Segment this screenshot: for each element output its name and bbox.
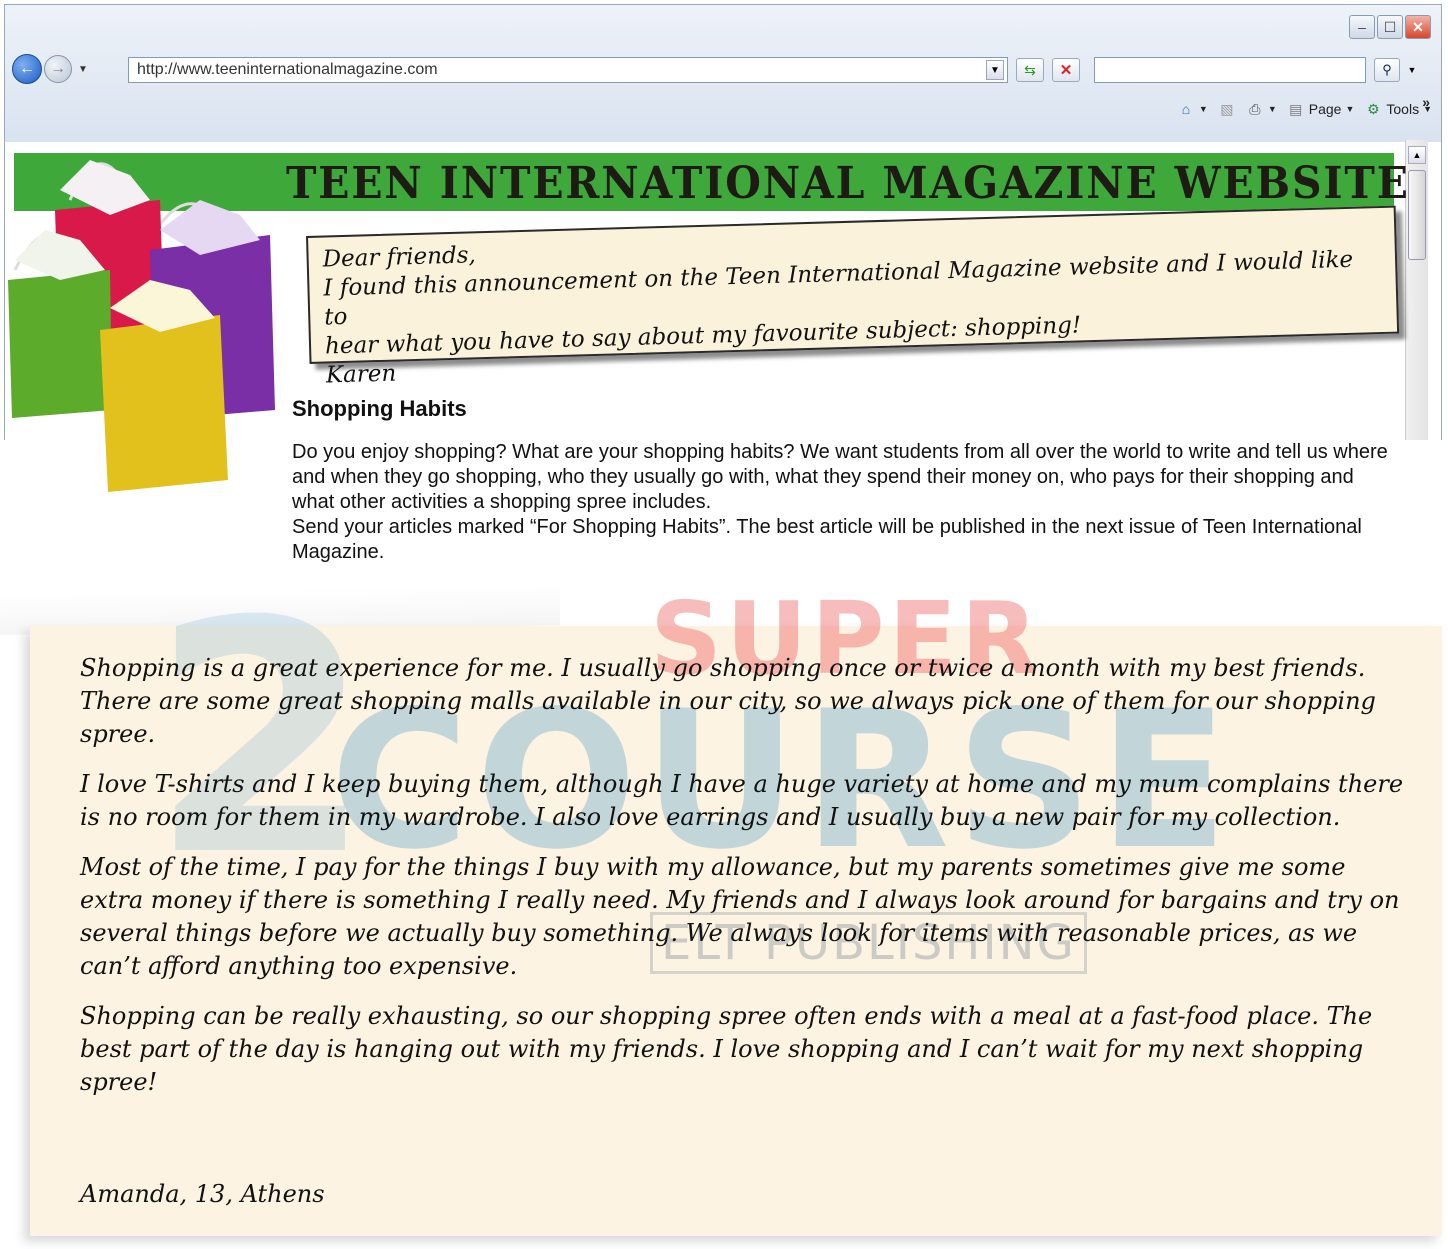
- refresh-icon[interactable]: ⇆: [1016, 58, 1044, 82]
- page-icon: ▤: [1289, 100, 1303, 117]
- announcement-instructions: Send your articles marked “For Shopping …: [292, 516, 1362, 563]
- address-bar[interactable]: http://www.teeninternationalmagazine.com: [128, 57, 1008, 83]
- feeds-button[interactable]: ▧: [1218, 100, 1236, 118]
- search-input[interactable]: [1094, 57, 1366, 83]
- close-icon[interactable]: ✕: [1405, 15, 1431, 39]
- feeds-icon: ▧: [1220, 100, 1234, 117]
- announcement-body: Do you enjoy shopping? What are your sho…: [292, 440, 1396, 565]
- page-menu-label: Page: [1308, 101, 1342, 117]
- announcement-title: Shopping Habits: [292, 396, 467, 421]
- letter-paragraph-3: Most of the time, I pay for the things I…: [80, 853, 1400, 980]
- tools-gear-icon: ⚙: [1367, 100, 1380, 117]
- letter-paragraph-4: Shopping can be really exhausting, so ou…: [80, 1002, 1373, 1096]
- back-arrow-icon[interactable]: ←: [12, 54, 42, 84]
- site-title: Teen International Magazine Website: [286, 158, 1410, 209]
- search-dropdown-icon[interactable]: ▼: [1404, 58, 1420, 82]
- tools-menu-label: Tools: [1386, 101, 1420, 117]
- letter-text: Shopping is a great experience for me. I…: [80, 652, 1410, 1116]
- command-overflow-button[interactable]: »: [1422, 94, 1430, 110]
- letter-paragraph-2: I love T-shirts and I keep buying them, …: [80, 770, 1404, 831]
- shopping-bags-image: [8, 160, 275, 492]
- minimize-icon[interactable]: –: [1349, 15, 1375, 39]
- stop-icon[interactable]: ✕: [1052, 58, 1080, 82]
- letter-signoff: Amanda, 13, Athens: [80, 1180, 325, 1208]
- home-button[interactable]: ⌂ ▼: [1177, 100, 1208, 118]
- announcement-paragraph: Do you enjoy shopping? What are your sho…: [292, 441, 1388, 513]
- command-bar: ⌂ ▼ ▧ ⎙ ▼ ▤ Page ▼ ⚙ Tools ▼: [1177, 100, 1432, 118]
- maximize-icon[interactable]: ☐: [1377, 15, 1403, 39]
- history-dropdown-icon[interactable]: ▼: [78, 64, 88, 75]
- search-icon[interactable]: ⚲: [1374, 58, 1400, 82]
- window-controls: – ☐ ✕: [1349, 15, 1431, 39]
- home-icon: ⌂: [1181, 101, 1191, 117]
- print-icon: ⎙: [1249, 100, 1261, 117]
- scroll-up-icon[interactable]: ▲: [1408, 146, 1426, 164]
- letter-paragraph-1: Shopping is a great experience for me. I…: [80, 654, 1376, 748]
- print-button[interactable]: ⎙ ▼: [1246, 100, 1277, 118]
- page-menu[interactable]: ▤ Page ▼: [1287, 100, 1354, 118]
- nav-buttons: ← → ▼: [12, 54, 88, 84]
- forward-arrow-icon[interactable]: →: [44, 55, 72, 83]
- scroll-thumb[interactable]: [1408, 170, 1426, 260]
- address-dropdown-icon[interactable]: ▼: [986, 60, 1004, 80]
